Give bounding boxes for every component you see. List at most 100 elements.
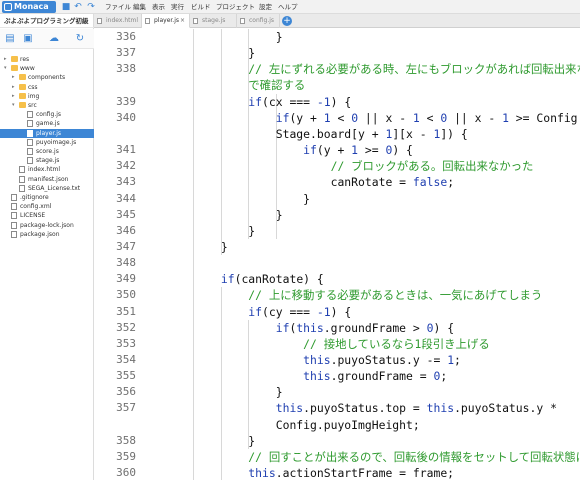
line-number: 338 bbox=[116, 62, 136, 76]
tree-folder[interactable]: ▸ css bbox=[0, 83, 94, 92]
code-text: } bbox=[166, 46, 256, 61]
file-icon bbox=[27, 120, 33, 128]
code-text: .actionStartFrame = frame; bbox=[275, 466, 455, 480]
project-title: ぷよぷよプログラミング初級 bbox=[0, 14, 94, 28]
tree-file[interactable]: .gitignore bbox=[0, 193, 94, 202]
menu-item[interactable]: 実行 bbox=[171, 0, 184, 14]
code-token: if bbox=[248, 94, 263, 109]
code-token: 1 bbox=[412, 110, 420, 125]
chevron-down-icon[interactable]: ▾ bbox=[12, 101, 18, 110]
menu-item[interactable]: ビルド bbox=[191, 0, 211, 14]
cloud-icon[interactable]: ☁ bbox=[48, 33, 60, 45]
code-text: < bbox=[419, 110, 441, 125]
code-line: } bbox=[166, 45, 255, 61]
code-text: (y + bbox=[316, 143, 352, 158]
code-line: if(cy === -1) { bbox=[166, 304, 351, 320]
menu-item[interactable]: 表示 bbox=[152, 0, 165, 14]
tree-file[interactable]: index.html bbox=[0, 165, 94, 174]
new-file-icon[interactable]: ▤ bbox=[4, 33, 16, 45]
tree-file[interactable]: stage.js bbox=[0, 156, 94, 165]
undo-icon[interactable]: ↶ bbox=[73, 2, 83, 12]
tree-file[interactable]: package.json bbox=[0, 230, 94, 239]
code-text: < bbox=[330, 110, 352, 125]
code-text: } bbox=[166, 385, 283, 400]
code-text: .groundFrame = bbox=[330, 369, 434, 384]
code-token: if bbox=[275, 110, 290, 125]
code-line: this.puyoStatus.y -= 1; bbox=[166, 352, 461, 368]
tree-item-label: score.js bbox=[36, 148, 59, 155]
code-line: } bbox=[166, 223, 255, 239]
code-text: || x - bbox=[358, 110, 413, 125]
line-number-gutter: 336 337 338 339 340 341 342 343 344 345 346 347 348 3… bbox=[94, 28, 154, 480]
file-icon bbox=[19, 166, 25, 174]
tree-folder[interactable]: ▸ components bbox=[0, 73, 94, 82]
editor-tab[interactable]: config.js bbox=[237, 14, 280, 28]
editor-tab[interactable]: index.html bbox=[94, 14, 142, 28]
menu-item[interactable]: プロジェクト bbox=[216, 0, 255, 14]
code-comment: // 接地しているなら1段引き上げる bbox=[166, 336, 490, 351]
editor-tab[interactable]: stage.js bbox=[190, 14, 237, 28]
tree-item-label: res bbox=[20, 56, 30, 63]
tab-label: config.js bbox=[249, 17, 275, 24]
code-text: } bbox=[166, 191, 311, 206]
code-token: -1 bbox=[316, 304, 331, 319]
line-number: 352 bbox=[116, 320, 136, 334]
line-number: 355 bbox=[116, 369, 136, 383]
chevron-right-icon[interactable]: ▸ bbox=[12, 92, 18, 101]
tree-folder[interactable]: ▸ img bbox=[0, 92, 94, 101]
tree-file[interactable]: manifest.json bbox=[0, 175, 94, 184]
line-number: 343 bbox=[116, 175, 136, 189]
code-token: if bbox=[275, 320, 290, 335]
add-tab-button[interactable]: + bbox=[282, 16, 292, 26]
editor-tab[interactable]: player.js × bbox=[142, 14, 190, 28]
monaca-logo[interactable]: Monaca bbox=[2, 1, 56, 13]
refresh-icon[interactable]: ↻ bbox=[74, 33, 86, 45]
tree-file[interactable]: config.js bbox=[0, 110, 94, 119]
upload-icon[interactable]: ▣ bbox=[22, 33, 34, 45]
redo-icon[interactable]: ↷ bbox=[86, 2, 96, 12]
code-token: this bbox=[303, 369, 331, 384]
tree-file[interactable]: package-lock.json bbox=[0, 221, 94, 230]
tree-item-label: www bbox=[20, 65, 35, 73]
close-icon[interactable]: × bbox=[180, 14, 185, 28]
tree-item-label: game.js bbox=[36, 120, 60, 128]
tree-file[interactable]: game.js bbox=[0, 119, 94, 128]
code-text: } bbox=[166, 433, 256, 448]
code-editor[interactable]: 336 337 338 339 340 341 342 343 344 345 346 347 348 3… bbox=[94, 28, 580, 480]
tree-folder[interactable]: ▾ www bbox=[0, 64, 94, 73]
tree-file[interactable]: puyoimage.js bbox=[0, 138, 94, 147]
file-icon bbox=[193, 18, 198, 24]
chevron-right-icon[interactable]: ▸ bbox=[12, 73, 18, 82]
file-icon bbox=[19, 175, 25, 183]
tree-item-label: src bbox=[28, 102, 37, 109]
save-icon[interactable]: ■ bbox=[61, 2, 71, 12]
line-number: 349 bbox=[116, 272, 136, 286]
chevron-right-icon[interactable]: ▸ bbox=[4, 55, 10, 64]
tree-folder[interactable]: ▸ res bbox=[0, 55, 94, 64]
file-icon bbox=[11, 212, 17, 220]
tree-file[interactable]: SEGA_License.txt bbox=[0, 184, 94, 193]
tree-file[interactable]: config.xml bbox=[0, 202, 94, 211]
tree-file[interactable]: LICENSE bbox=[0, 211, 94, 220]
code-line: // 上に移動する必要があるときは、一気にあげてしまう bbox=[166, 287, 542, 303]
code-text: } bbox=[166, 30, 283, 44]
line-number: 346 bbox=[116, 223, 136, 237]
menu-item[interactable]: 編集 bbox=[133, 0, 146, 14]
tree-folder[interactable]: ▾ src bbox=[0, 101, 94, 110]
menu-item[interactable]: ヘルプ bbox=[278, 0, 298, 14]
tree-file[interactable]: player.js bbox=[0, 128, 94, 138]
menu-item[interactable]: ファイル bbox=[105, 0, 131, 14]
chevron-right-icon[interactable]: ▸ bbox=[12, 83, 18, 92]
chevron-down-icon[interactable]: ▾ bbox=[4, 64, 10, 73]
code-text: } bbox=[166, 239, 228, 254]
code-line: } bbox=[166, 384, 283, 400]
menu-item[interactable]: 設定 bbox=[259, 0, 272, 14]
line-number: 344 bbox=[116, 191, 136, 205]
menubar: Monaca ■ ↶ ↷ ファイル 編集 表示 実行 ビルド プロジェクト 設定 ヘルプ bbox=[0, 0, 580, 14]
code-line: Stage.board[y + 1][x - 1]) { bbox=[166, 126, 468, 142]
code-token: this bbox=[426, 401, 455, 416]
code-text: } bbox=[166, 207, 283, 222]
tree-file[interactable]: score.js bbox=[0, 147, 94, 156]
